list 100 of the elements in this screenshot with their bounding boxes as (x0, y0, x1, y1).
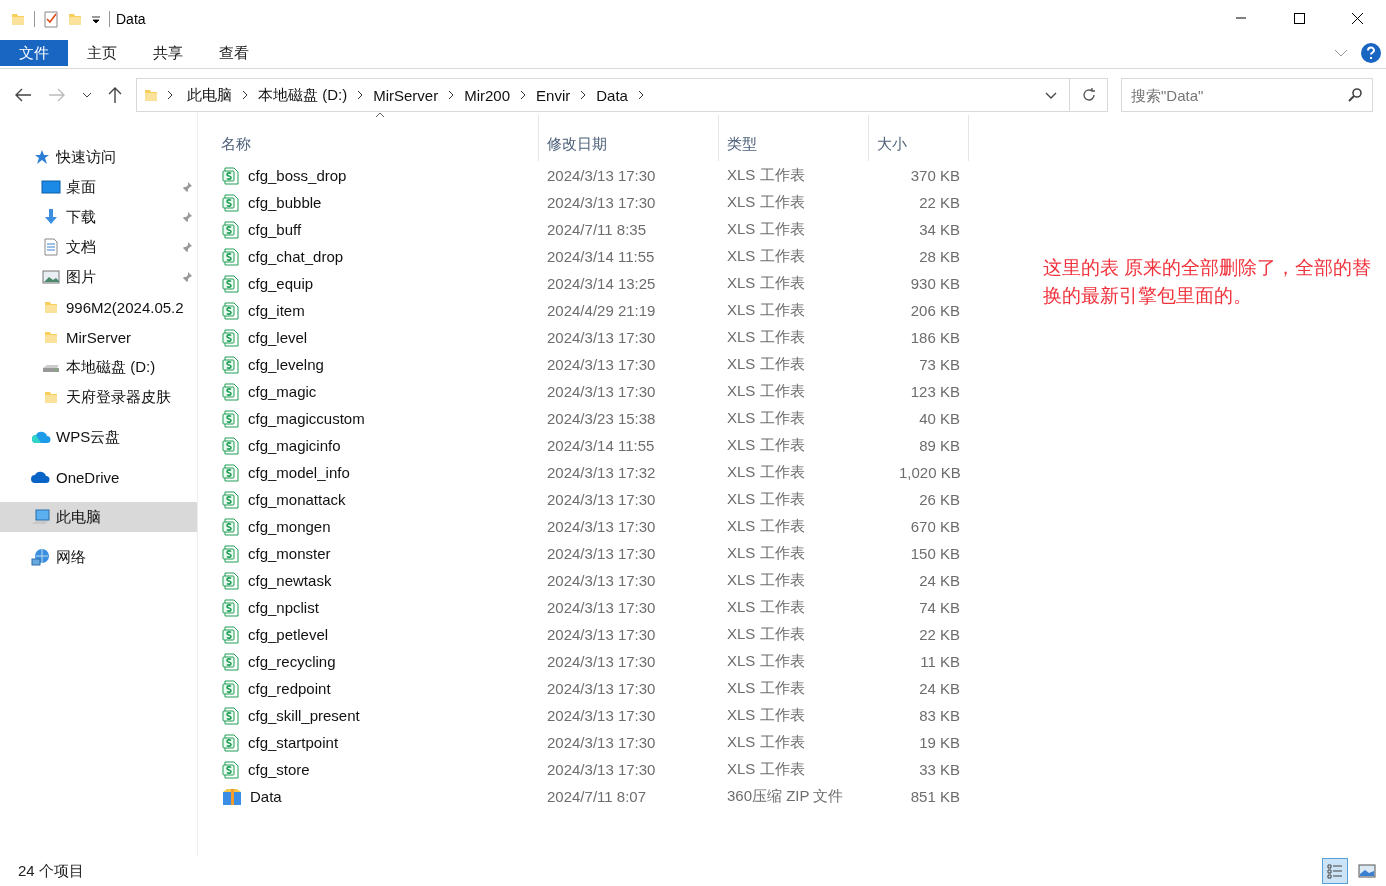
file-name[interactable]: cfg_npclist (248, 599, 319, 616)
file-name[interactable]: cfg_magiccustom (248, 410, 365, 427)
file-size: 73 KB (918, 356, 960, 373)
dropdown-caret-icon[interactable] (91, 14, 101, 24)
modified-date: 2024/3/13 17:30 (546, 194, 657, 211)
file-name[interactable]: Data (250, 788, 282, 805)
spreadsheet-icon (222, 409, 240, 428)
file-name[interactable]: cfg_mongen (248, 518, 331, 535)
breadcrumb-segment[interactable]: MirServer (367, 86, 445, 104)
file-name[interactable]: cfg_petlevel (248, 626, 329, 643)
file-size: 206 KB (909, 302, 960, 319)
search-icon[interactable] (1347, 87, 1363, 103)
navigation-item[interactable]: 桌面 (0, 172, 197, 202)
chevron-right-icon[interactable] (448, 90, 455, 100)
navigation-item[interactable]: OneDrive (0, 462, 197, 492)
file-name[interactable]: cfg_magic (248, 383, 317, 400)
file-type: XLS 工作表 (726, 355, 806, 374)
maximize-icon (1292, 13, 1306, 25)
file-name[interactable]: cfg_item (248, 302, 305, 319)
breadcrumb-segment[interactable]: 本地磁盘 (D:) (252, 85, 354, 105)
navigation-item[interactable]: 快速访问 (0, 142, 197, 172)
modified-date: 2024/3/14 11:55 (546, 248, 656, 265)
file-size: 370 KB (909, 167, 960, 184)
column-header[interactable]: 修改日期 (539, 115, 719, 161)
recent-dropdown-icon[interactable] (82, 92, 92, 98)
file-name[interactable]: cfg_startpoint (248, 734, 339, 751)
checklist-icon[interactable] (43, 10, 59, 28)
back-arrow-icon[interactable] (14, 88, 32, 102)
file-name[interactable]: cfg_buff (248, 221, 302, 238)
close-icon (1350, 13, 1364, 25)
navigation-item[interactable]: 本地磁盘 (D:) (0, 352, 197, 382)
navigation-item[interactable]: 此电脑 (0, 502, 197, 532)
file-size: 11 KB (919, 653, 960, 670)
help-icon[interactable] (1360, 42, 1382, 64)
chevron-right-icon[interactable] (580, 90, 587, 100)
file-size: 930 KB (909, 275, 960, 292)
file-name[interactable]: cfg_skill_present (248, 707, 360, 724)
navigation-item[interactable]: 图片 (0, 262, 197, 292)
address-bar[interactable]: 此电脑 本地磁盘 (D:) MirServer Mir200 Envir Data (136, 78, 1108, 112)
column-header[interactable]: 名称 (221, 115, 539, 161)
file-name[interactable]: cfg_chat_drop (248, 248, 344, 265)
navigation-item[interactable]: WPS云盘 (0, 422, 197, 452)
modified-date: 2024/3/13 17:30 (546, 653, 657, 670)
navigation-item[interactable]: 文档 (0, 232, 197, 262)
ribbon-tab[interactable]: 查看 (202, 40, 266, 66)
file-type: XLS 工作表 (726, 652, 806, 671)
file-name[interactable]: cfg_store (248, 761, 310, 778)
spreadsheet-icon (222, 544, 240, 563)
file-type: XLS 工作表 (726, 760, 806, 779)
modified-date: 2024/3/13 17:30 (546, 491, 657, 508)
cloud-icon (30, 469, 52, 485)
file-name[interactable]: cfg_levelng (248, 356, 324, 373)
column-header[interactable]: 类型 (719, 115, 869, 161)
breadcrumb-segment[interactable]: Data (590, 86, 634, 104)
file-type: XLS 工作表 (726, 409, 806, 428)
navigation-item[interactable]: 天府登录器皮肤 (0, 382, 197, 412)
navigation-item[interactable]: 996M2(2024.05.2 (0, 292, 197, 322)
up-arrow-icon[interactable] (108, 86, 122, 104)
ribbon-tab[interactable]: 共享 (136, 40, 200, 66)
spreadsheet-icon (222, 301, 240, 320)
file-name[interactable]: cfg_boss_drop (248, 167, 347, 184)
file-name[interactable]: cfg_level (248, 329, 308, 346)
modified-date: 2024/3/13 17:30 (546, 680, 657, 697)
file-type: XLS 工作表 (726, 166, 806, 185)
modified-date: 2024/3/13 17:30 (546, 707, 657, 724)
chevron-right-icon[interactable] (242, 90, 248, 100)
chevron-right-icon[interactable] (520, 90, 527, 100)
file-name[interactable]: cfg_redpoint (248, 680, 331, 697)
navigation-item[interactable]: 网络 (0, 542, 197, 572)
picture-icon (42, 269, 60, 285)
chevron-right-icon[interactable] (357, 90, 364, 100)
file-name[interactable]: cfg_recycling (248, 653, 336, 670)
file-size: 74 KB (918, 599, 960, 616)
ribbon-tab[interactable]: 文件 (0, 40, 68, 66)
spreadsheet-icon (222, 598, 240, 617)
breadcrumb-segment[interactable]: 此电脑 (181, 85, 238, 105)
file-name[interactable]: cfg_equip (248, 275, 314, 292)
spreadsheet-icon (222, 679, 240, 698)
spreadsheet-icon (222, 571, 240, 590)
file-name[interactable]: cfg_monattack (248, 491, 346, 508)
navigation-item[interactable]: 下载 (0, 202, 197, 232)
file-type: XLS 工作表 (726, 301, 806, 320)
chevron-down-icon[interactable] (1045, 91, 1057, 99)
breadcrumb-segment[interactable]: Mir200 (458, 86, 517, 104)
file-type: XLS 工作表 (726, 382, 806, 401)
file-name[interactable]: cfg_magicinfo (248, 437, 341, 454)
file-name[interactable]: cfg_bubble (248, 194, 322, 211)
file-name[interactable]: cfg_model_info (248, 464, 350, 481)
ribbon-tab[interactable]: 主页 (70, 40, 134, 66)
navigation-item[interactable]: MirServer (0, 322, 197, 352)
file-size: 851 KB (909, 788, 960, 805)
column-header[interactable]: 大小 (869, 115, 969, 161)
spreadsheet-icon (222, 166, 240, 185)
breadcrumb-segment[interactable]: Envir (530, 86, 577, 104)
file-name[interactable]: cfg_newtask (248, 572, 332, 589)
search-field[interactable]: 搜索"Data" (1121, 78, 1373, 112)
file-type: XLS 工作表 (726, 625, 806, 644)
file-name[interactable]: cfg_monster (248, 545, 331, 562)
chevron-right-icon[interactable] (167, 90, 173, 100)
chevron-right-icon[interactable] (637, 90, 644, 100)
